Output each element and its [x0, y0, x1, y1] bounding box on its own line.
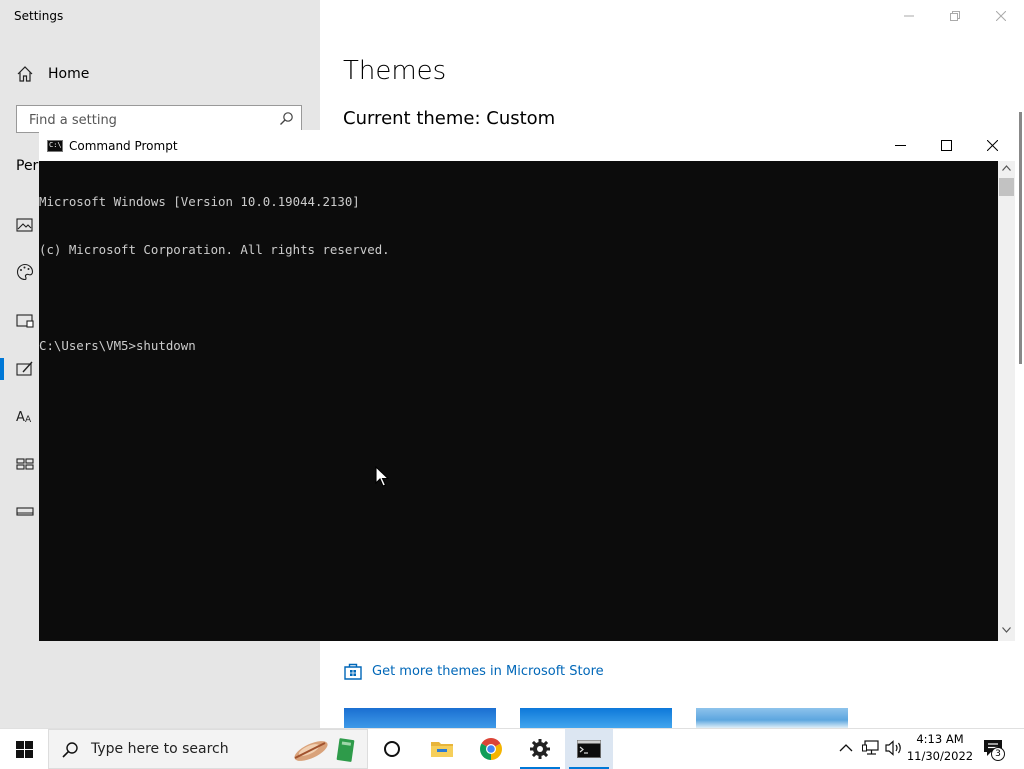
svg-text:A: A [16, 410, 25, 425]
page-title: Themes [343, 56, 447, 86]
scroll-thumb[interactable] [999, 178, 1014, 196]
colors-icon[interactable] [15, 262, 35, 282]
command-prompt-icon: C:\ [47, 139, 63, 152]
close-icon [996, 11, 1006, 21]
themes-icon[interactable] [15, 359, 35, 379]
settings-window-controls [886, 0, 1024, 32]
settings-taskbar-button[interactable] [516, 729, 564, 769]
cortana-button[interactable] [368, 729, 416, 769]
console-line: C:\Users\VM5>shutdown [39, 338, 196, 353]
restore-button[interactable] [932, 0, 978, 32]
cmd-close-button[interactable] [969, 130, 1015, 161]
search-icon [62, 741, 78, 758]
minimize-icon [904, 15, 914, 17]
command-prompt-taskbar-button[interactable] [565, 729, 613, 769]
maximize-icon [940, 140, 952, 151]
action-center-button[interactable]: 3 [980, 729, 1024, 769]
store-icon [344, 663, 362, 680]
home-icon [17, 66, 33, 82]
start-button[interactable] [0, 729, 48, 769]
theme-thumbnail[interactable] [520, 708, 672, 728]
settings-window-title: Settings [14, 9, 64, 23]
console-output[interactable]: Microsoft Windows [Version 10.0.19044.21… [39, 161, 998, 642]
show-hidden-icons-icon[interactable] [839, 743, 853, 753]
theme-thumbnail[interactable] [344, 708, 496, 728]
settings-icon [530, 739, 550, 759]
network-icon[interactable] [862, 740, 880, 756]
fonts-icon[interactable]: AA [15, 406, 35, 426]
close-button[interactable] [978, 0, 1024, 32]
notification-badge: 3 [991, 747, 1005, 761]
console-line: (c) Microsoft Corporation. All rights re… [39, 242, 390, 257]
clock-time: 4:13 AM [916, 732, 964, 746]
cmd-window-title: Command Prompt [69, 138, 178, 153]
cortana-icon [384, 741, 400, 757]
windows-logo-icon [15, 740, 33, 758]
background-icon[interactable] [15, 215, 35, 235]
command-prompt-icon [577, 740, 601, 758]
taskbar: Type here to search 4:13 AM 11/30/2022 3 [0, 728, 1024, 769]
cmd-maximize-button[interactable] [923, 130, 969, 161]
get-more-themes-link[interactable]: Get more themes in Microsoft Store [343, 661, 604, 681]
store-link-label: Get more themes in Microsoft Store [372, 663, 604, 679]
scroll-up-icon[interactable] [1002, 165, 1011, 171]
cmd-window-controls [877, 130, 1015, 161]
theme-thumbnail[interactable] [696, 708, 848, 728]
search-icon [280, 112, 293, 125]
chrome-button[interactable] [467, 729, 515, 769]
scroll-down-icon[interactable] [1002, 627, 1011, 633]
mouse-pointer-icon [375, 466, 389, 487]
taskbar-icon[interactable] [15, 502, 35, 522]
cmd-minimize-button[interactable] [877, 130, 923, 161]
clock-date: 11/30/2022 [906, 749, 974, 763]
system-clock[interactable]: 4:13 AM 11/30/2022 [898, 731, 982, 765]
console-line: Microsoft Windows [Version 10.0.19044.21… [39, 194, 360, 209]
settings-scrollbar[interactable] [1019, 112, 1022, 364]
search-highlight-icon [294, 738, 355, 762]
command-prompt-window[interactable]: C:\ Command Prompt Microsoft Windows [Ve… [39, 130, 1015, 641]
svg-text:A: A [25, 415, 32, 425]
current-theme-label: Current theme: Custom [343, 108, 556, 129]
start-icon[interactable] [15, 454, 35, 474]
selected-nav-indicator [0, 358, 4, 380]
close-icon [986, 140, 998, 151]
chrome-icon [480, 738, 502, 760]
lock-screen-icon[interactable] [15, 311, 35, 331]
taskbar-search-placeholder: Type here to search [91, 741, 229, 757]
file-explorer-button[interactable] [418, 729, 466, 769]
restore-icon [950, 11, 960, 21]
sidebar-item-home[interactable]: Home [16, 62, 306, 86]
find-setting-search[interactable] [16, 105, 302, 133]
home-label: Home [48, 66, 90, 82]
minimize-icon [894, 145, 906, 146]
cmd-titlebar[interactable]: C:\ Command Prompt [39, 130, 1015, 161]
file-explorer-icon [431, 742, 453, 757]
taskbar-search-box[interactable]: Type here to search [48, 729, 368, 769]
cmd-scrollbar[interactable] [998, 161, 1015, 641]
minimize-button[interactable] [886, 0, 932, 32]
